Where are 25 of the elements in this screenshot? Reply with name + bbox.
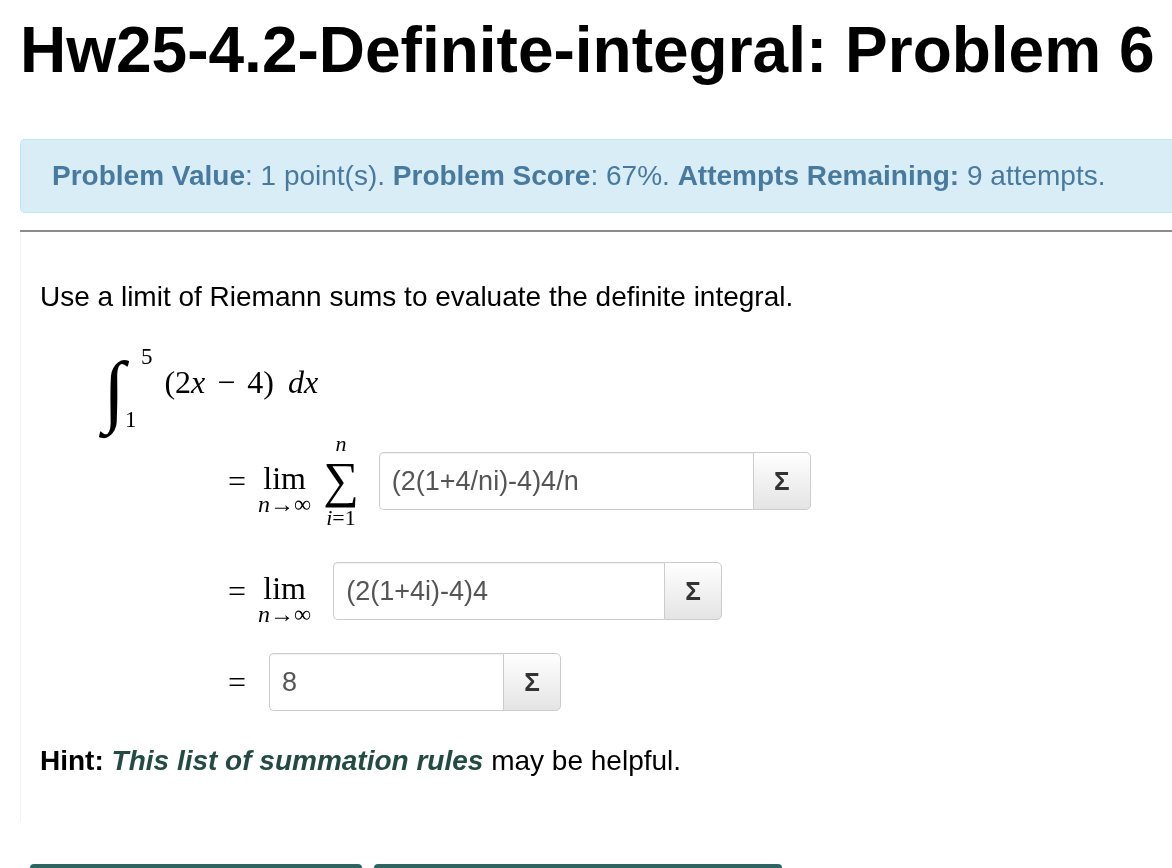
answer-field[interactable]: (2(1+4/ni)-4)4/n — [378, 452, 753, 510]
form-button[interactable] — [30, 864, 362, 868]
problem-statement: Use a limit of Riemann sums to evaluate the definite integral. — [40, 280, 795, 314]
summation-rules-link[interactable]: This list of summation rules — [111, 745, 484, 776]
equals-sign: = — [228, 575, 247, 607]
equation-button[interactable]: Σ — [664, 562, 723, 620]
lower-limit: 1 — [124, 408, 138, 431]
differential: dx — [288, 363, 319, 401]
hint-text: Hint: This list of summation rules may be helpful. — [40, 744, 683, 778]
equation-button[interactable]: Σ — [503, 653, 562, 711]
answer-field[interactable]: 8 — [269, 653, 504, 711]
status-text: Problem Value: 1 point(s). Problem Score: 67%. Attempts Remaining: 9 attempts. — [52, 159, 1107, 193]
limit-subscript: n→∞ — [258, 603, 312, 625]
limit-text: lim — [263, 463, 306, 493]
equals-sign: = — [228, 666, 247, 698]
page-title: Hw25-4.2-Definite-integral: Problem 6 — [20, 15, 1156, 85]
answer-field[interactable]: (2(1+4i)-4)4 — [333, 562, 665, 620]
limit-text: lim — [263, 573, 306, 603]
form-button[interactable] — [374, 864, 782, 868]
sum-upper-bound: n — [335, 433, 347, 454]
integrand: (2x − 4) — [164, 363, 274, 401]
equation-button[interactable]: Σ — [752, 452, 811, 510]
equals-sign: = — [228, 465, 247, 497]
upper-limit: 5 — [140, 345, 153, 368]
limit-subscript: n→∞ — [258, 493, 312, 515]
